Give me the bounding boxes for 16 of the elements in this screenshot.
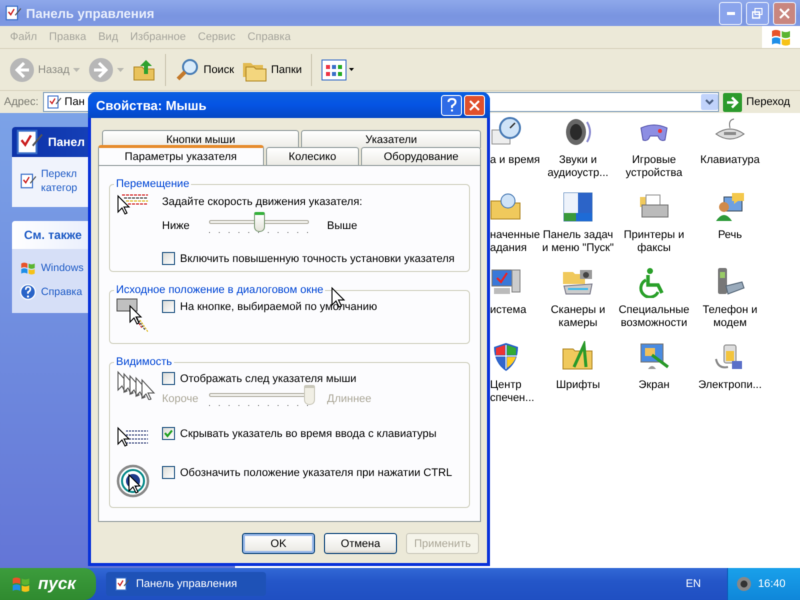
clock: 16:40 xyxy=(758,578,786,590)
language-indicator: EN xyxy=(686,578,701,590)
instruction-text: Задайте скорость движения указателя: xyxy=(162,195,364,210)
slider-min-label: Короче xyxy=(162,392,200,405)
panel-title: См. также xyxy=(24,228,82,242)
panel-title: Панел xyxy=(48,135,85,149)
dialog-title: Свойства: Мышь xyxy=(95,98,208,112)
address-label: Адрес: xyxy=(4,96,39,108)
slider-max-label: Длиннее xyxy=(327,392,372,405)
group-title: Исходное положение в диалоговом окне xyxy=(115,284,324,296)
slider-min-label: Ниже xyxy=(162,219,191,232)
group-title: Видимость xyxy=(115,356,173,368)
address-text: Пан xyxy=(64,96,85,108)
window-title: Панель управления xyxy=(26,6,156,20)
group-title: Перемещение xyxy=(115,178,190,190)
slider-max-label: Выше xyxy=(327,219,358,232)
